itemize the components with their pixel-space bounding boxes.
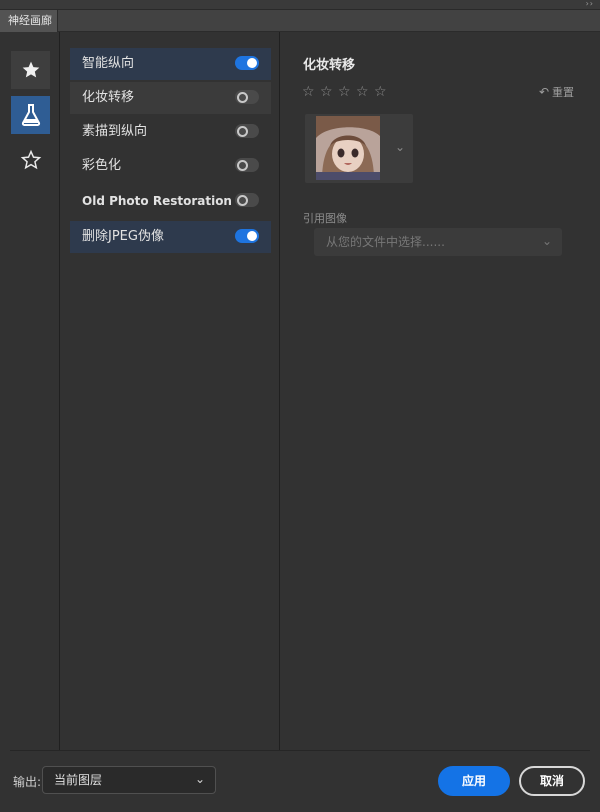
panel-tabbar: 神经画廊 bbox=[0, 10, 600, 32]
toggle-knob bbox=[237, 159, 248, 171]
filter-item-makeup-transfer[interactable]: 化妆转移 bbox=[70, 82, 271, 114]
toggle-knob bbox=[247, 231, 257, 241]
filter-item-smart-portrait[interactable]: 智能纵向 bbox=[70, 48, 271, 80]
rail-wishlist-button[interactable] bbox=[11, 141, 50, 179]
cancel-button[interactable]: 取消 bbox=[519, 766, 585, 796]
category-rail bbox=[0, 32, 60, 750]
reset-label: 重置 bbox=[552, 86, 574, 99]
filter-toggle[interactable] bbox=[235, 193, 259, 207]
neural-filters-panel: 智能纵向 化妆转移 素描到纵向 彩色化 Old Photo Restoratio… bbox=[0, 32, 600, 812]
filter-toggle[interactable] bbox=[235, 229, 259, 243]
chevron-down-icon: ⌄ bbox=[394, 140, 405, 154]
chevron-down-icon: ⌄ bbox=[194, 772, 205, 786]
preset-thumbnail bbox=[316, 116, 380, 180]
window-titlebar: ›› bbox=[0, 0, 600, 10]
filter-label: Old Photo Restoration bbox=[82, 194, 232, 208]
toggle-knob bbox=[237, 125, 248, 137]
rail-featured-button[interactable] bbox=[11, 51, 50, 89]
filter-toggle[interactable] bbox=[235, 56, 259, 70]
filter-toggle[interactable] bbox=[235, 124, 259, 138]
filter-label: 智能纵向 bbox=[82, 56, 135, 71]
rating-star-icon[interactable]: ☆ bbox=[320, 84, 336, 100]
reference-placeholder: 从您的文件中选择...... bbox=[326, 235, 445, 249]
rating-star-icon[interactable]: ☆ bbox=[338, 84, 354, 100]
toggle-knob bbox=[247, 58, 257, 68]
filter-label: 素描到纵向 bbox=[82, 124, 148, 139]
filter-details: 化妆转移 ☆ ☆ ☆ ☆ ☆ ↶ 重置 ⌄ 引用图像 从您的文件中选择.....… bbox=[281, 32, 600, 750]
tab-neural-filters[interactable]: 神经画廊 bbox=[0, 10, 58, 32]
rail-beta-filters-button[interactable] bbox=[11, 96, 50, 134]
filter-list: 智能纵向 化妆转移 素描到纵向 彩色化 Old Photo Restoratio… bbox=[62, 32, 280, 750]
makeup-preset-picker[interactable]: ⌄ bbox=[305, 114, 413, 183]
rating-stars: ☆ ☆ ☆ ☆ ☆ bbox=[302, 84, 390, 100]
filter-toggle[interactable] bbox=[235, 90, 259, 104]
flask-icon bbox=[21, 104, 40, 126]
footer-divider bbox=[10, 750, 590, 751]
undo-icon: ↶ bbox=[538, 85, 549, 99]
filter-item-colorize[interactable]: 彩色化 bbox=[70, 150, 271, 182]
filter-label: 化妆转移 bbox=[82, 90, 135, 105]
filter-label: 删除JPEG伪像 bbox=[82, 229, 164, 244]
filled-star-icon bbox=[22, 61, 39, 78]
reset-button[interactable]: ↶ 重置 bbox=[539, 84, 574, 100]
filter-item-jpeg-artifacts-removal[interactable]: 删除JPEG伪像 bbox=[70, 221, 271, 253]
output-label: 输出: bbox=[13, 775, 42, 789]
output-select[interactable]: 当前图层 ⌄ bbox=[42, 766, 216, 794]
apply-button[interactable]: 应用 bbox=[438, 766, 510, 796]
outline-star-icon bbox=[20, 149, 41, 170]
reference-image-label: 引用图像 bbox=[303, 212, 347, 225]
reference-image-select[interactable]: 从您的文件中选择...... ⌄ bbox=[314, 228, 562, 256]
chevron-down-icon: ⌄ bbox=[541, 234, 552, 248]
filter-toggle[interactable] bbox=[235, 158, 259, 172]
filter-label: 彩色化 bbox=[82, 158, 122, 173]
collapse-panel-icon[interactable]: ›› bbox=[586, 0, 594, 8]
rating-star-icon[interactable]: ☆ bbox=[374, 84, 390, 100]
filter-item-old-photo-restoration[interactable]: Old Photo Restoration bbox=[70, 185, 271, 217]
output-value: 当前图层 bbox=[54, 773, 103, 787]
toggle-knob bbox=[237, 194, 248, 206]
toggle-knob bbox=[237, 91, 248, 103]
details-title: 化妆转移 bbox=[303, 58, 356, 73]
rating-star-icon[interactable]: ☆ bbox=[302, 84, 318, 100]
rating-star-icon[interactable]: ☆ bbox=[356, 84, 372, 100]
filter-item-sketch-to-portrait[interactable]: 素描到纵向 bbox=[70, 116, 271, 148]
